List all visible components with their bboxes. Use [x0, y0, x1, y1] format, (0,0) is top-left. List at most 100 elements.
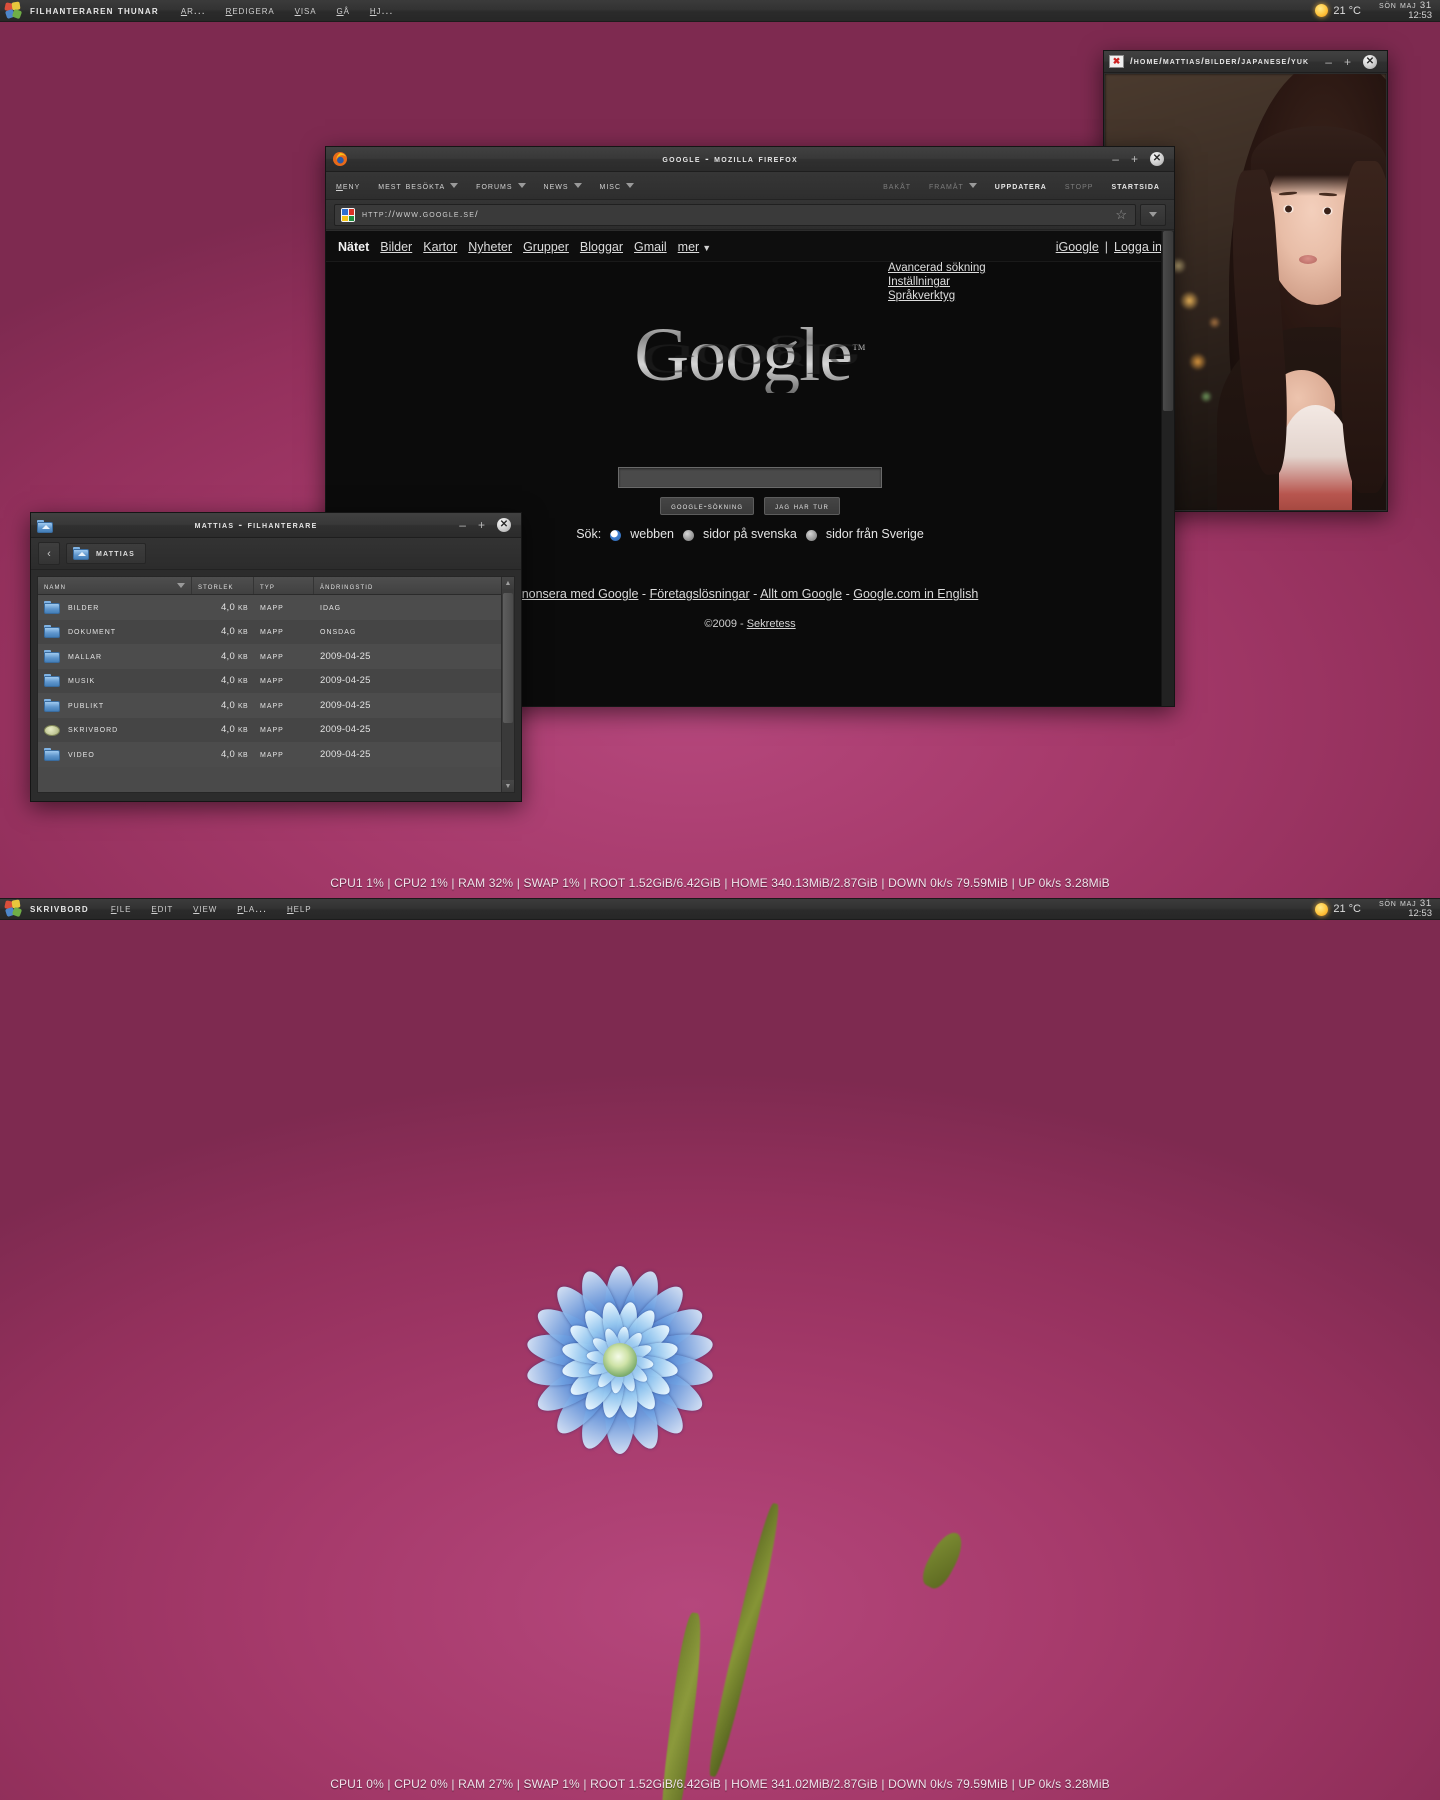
- table-row[interactable]: Dokument 4,0 kB mapp onsdag: [38, 619, 501, 644]
- google-advertising-link[interactable]: nonsera med Google: [522, 587, 639, 601]
- table-row[interactable]: Video 4,0 kB mapp 2009-04-25: [38, 742, 501, 767]
- urlbar-dropdown-button[interactable]: [1140, 203, 1166, 226]
- google-settings-link[interactable]: Inställningar: [888, 276, 986, 288]
- google-privacy-link[interactable]: Sekretess: [747, 618, 796, 630]
- panel-mid-menu-help[interactable]: Help: [287, 903, 312, 915]
- viewer-titlebar[interactable]: ✖ /home/mattias/Bilder/Japanese/yuk – + …: [1104, 51, 1387, 73]
- google-nav-more[interactable]: mer: [678, 240, 700, 254]
- google-topnav[interactable]: Nätet Bilder Kartor Nyheter Grupper Blog…: [326, 231, 1174, 262]
- firefox-scrollbar-thumb[interactable]: [1163, 231, 1173, 411]
- url-input[interactable]: http://www.google.se/ ☆: [334, 203, 1136, 226]
- panel-top-menu-ga[interactable]: Gå: [336, 5, 349, 17]
- column-header-storlek[interactable]: Storlek: [192, 577, 254, 594]
- table-row[interactable]: Mallar 4,0 kB mapp 2009-04-25: [38, 644, 501, 669]
- thunar-scroll-thumb[interactable]: [503, 593, 513, 723]
- thunar-minimize-button[interactable]: –: [459, 519, 466, 531]
- google-topnav-right[interactable]: iGoogle | Logga in: [1056, 240, 1162, 254]
- firefox-menu-forums[interactable]: Forums: [476, 180, 526, 192]
- scroll-up-icon[interactable]: ▲: [502, 577, 514, 589]
- panel-mid-menu-file[interactable]: File: [111, 903, 132, 915]
- table-row[interactable]: Musik 4,0 kB mapp 2009-04-25: [38, 668, 501, 693]
- panel-top-menu-hjalp[interactable]: Hj...: [370, 5, 393, 17]
- panel-top-weather[interactable]: 21 °C: [1315, 4, 1361, 17]
- panel-mid-weather[interactable]: 21 °C: [1315, 902, 1361, 916]
- firefox-window-buttons[interactable]: – + ✕: [1112, 152, 1164, 166]
- xfce-mouse-icon[interactable]: [4, 0, 23, 20]
- column-header-typ[interactable]: Typ: [254, 577, 314, 594]
- google-business-solutions-link[interactable]: Företagslösningar: [650, 587, 750, 601]
- google-nav-bloggar[interactable]: Bloggar: [580, 240, 623, 254]
- google-nav-gmail[interactable]: Gmail: [634, 240, 667, 254]
- firefox-menu-news[interactable]: News: [544, 180, 582, 192]
- xfce-mouse-icon[interactable]: [4, 899, 23, 918]
- panel-top-clock[interactable]: sön maj 31 12:53: [1379, 0, 1432, 21]
- google-nav-bilder[interactable]: Bilder: [380, 240, 412, 254]
- radio-webben[interactable]: [610, 529, 622, 541]
- google-language-tools-link[interactable]: Språkverktyg: [888, 290, 986, 302]
- scroll-down-icon[interactable]: ▼: [502, 780, 514, 792]
- viewer-window-buttons[interactable]: – + ✕: [1325, 54, 1377, 69]
- radio-sidor-fran-sverige[interactable]: [805, 529, 817, 541]
- firefox-home-button[interactable]: Startsida: [1111, 180, 1160, 192]
- google-nav-grupper[interactable]: Grupper: [523, 240, 569, 254]
- thunar-scroll-track[interactable]: [502, 589, 514, 780]
- google-advanced-search-link[interactable]: Avancerad sökning: [888, 262, 986, 274]
- google-signin-link[interactable]: Logga in: [1114, 240, 1162, 254]
- firefox-titlebar[interactable]: Google - Mozilla Firefox – + ✕: [326, 147, 1174, 172]
- thunar-table-header[interactable]: Namn Storlek Typ Ändringstid: [38, 577, 501, 595]
- thunar-file-list[interactable]: Namn Storlek Typ Ändringstid Bilder 4,0 kB…: [37, 576, 515, 793]
- firefox-stop-button[interactable]: Stopp: [1065, 180, 1094, 192]
- google-nav-kartor[interactable]: Kartor: [423, 240, 457, 254]
- panel-top[interactable]: Filhanteraren Thunar AAr...r... Redigera…: [0, 0, 1440, 22]
- google-nav-nyheter[interactable]: Nyheter: [468, 240, 512, 254]
- firefox-minimize-button[interactable]: –: [1112, 153, 1119, 165]
- panel-mid[interactable]: Skrivbord File Edit View Pla... Help 21 …: [0, 898, 1440, 920]
- thunar-titlebar[interactable]: mattias - Filhanterare – + ✕: [31, 513, 521, 538]
- table-row[interactable]: Publikt 4,0 kB mapp 2009-04-25: [38, 693, 501, 718]
- panel-mid-clock[interactable]: sön maj 31 12:53: [1379, 899, 1432, 919]
- column-header-namn[interactable]: Namn: [38, 577, 192, 594]
- radio-sidor-pa-svenska[interactable]: [683, 529, 695, 541]
- thunar-toolbar[interactable]: ‹ mattias: [31, 538, 521, 570]
- chevron-down-icon: [517, 183, 526, 188]
- panel-mid-menu-view[interactable]: View: [193, 903, 217, 915]
- table-row[interactable]: Skrivbord 4,0 kB mapp 2009-04-25: [38, 717, 501, 742]
- firefox-menu-misc[interactable]: Misc: [600, 180, 635, 192]
- firefox-forward-button[interactable]: Framåt: [929, 180, 977, 192]
- firefox-close-button[interactable]: ✕: [1150, 152, 1164, 166]
- thunar-maximize-button[interactable]: +: [478, 519, 485, 531]
- google-about-link[interactable]: Allt om Google: [760, 587, 842, 601]
- back-button[interactable]: ‹: [38, 542, 60, 565]
- panel-mid-menu-places[interactable]: Pla...: [237, 903, 267, 915]
- panel-mid-menu-edit[interactable]: Edit: [151, 903, 173, 915]
- firefox-vertical-scrollbar[interactable]: [1161, 231, 1174, 706]
- breadcrumb-mattias[interactable]: mattias: [66, 543, 146, 564]
- viewer-minimize-button[interactable]: –: [1325, 56, 1332, 68]
- google-english-link[interactable]: Google.com in English: [853, 587, 978, 601]
- thunar-vertical-scrollbar[interactable]: ▲ ▼: [501, 577, 514, 792]
- google-igoogle-link[interactable]: iGoogle: [1056, 240, 1099, 254]
- firefox-menu-meny[interactable]: Meny: [336, 180, 360, 192]
- firefox-reload-button[interactable]: Uppdatera: [995, 180, 1047, 192]
- google-lucky-button[interactable]: Jag har tur: [764, 497, 840, 515]
- firefox-maximize-button[interactable]: +: [1131, 153, 1138, 165]
- thunar-window[interactable]: mattias - Filhanterare – + ✕ ‹ mattias N…: [30, 512, 522, 802]
- folder-icon: [44, 674, 60, 688]
- firefox-back-button[interactable]: Bakåt: [883, 180, 911, 192]
- panel-top-menu-arkiv[interactable]: AAr...r...: [181, 5, 206, 17]
- firefox-urlbar[interactable]: http://www.google.se/ ☆: [326, 200, 1174, 230]
- thunar-window-buttons[interactable]: – + ✕: [459, 518, 511, 532]
- viewer-close-button[interactable]: ✕: [1363, 54, 1377, 69]
- google-search-button[interactable]: Google-sökning: [660, 497, 755, 515]
- firefox-menubar[interactable]: Meny Mest besökta Forums News Misc Bakåt: [326, 172, 1174, 200]
- panel-top-menu-redigera[interactable]: Redigera: [226, 5, 275, 17]
- panel-top-menu-visa[interactable]: Visa: [295, 5, 317, 17]
- thunar-close-button[interactable]: ✕: [497, 518, 511, 532]
- google-search-input[interactable]: [618, 467, 882, 488]
- google-side-links[interactable]: Avancerad sökning Inställningar Språkver…: [888, 262, 986, 302]
- firefox-menu-mest-besokta[interactable]: Mest besökta: [378, 180, 459, 192]
- viewer-maximize-button[interactable]: +: [1344, 56, 1351, 68]
- column-header-andringstid[interactable]: Ändringstid: [314, 577, 501, 594]
- table-row[interactable]: Bilder 4,0 kB mapp idag: [38, 595, 501, 620]
- bookmark-star-icon[interactable]: ☆: [1115, 207, 1127, 223]
